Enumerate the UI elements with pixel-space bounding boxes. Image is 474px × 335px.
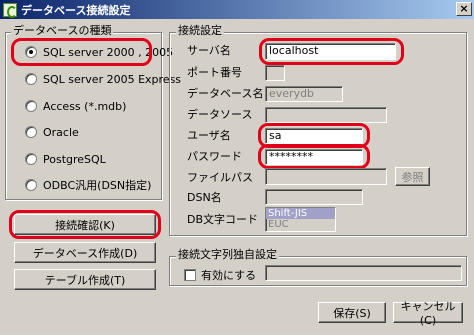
radio-label: Access (*.mdb) <box>43 99 127 113</box>
filepath-label: ファイルパス <box>187 171 253 184</box>
radio-icon[interactable] <box>25 73 37 85</box>
radio-icon[interactable] <box>25 126 37 138</box>
radio-icon[interactable] <box>25 46 37 58</box>
radio-sqlserver-express[interactable]: SQL server 2005 Express <box>25 72 181 86</box>
radio-label: Oracle <box>43 125 79 139</box>
db-type-legend: データベースの種類 <box>11 24 114 37</box>
radio-odbc[interactable]: ODBC汎用(DSN指定) <box>25 178 151 192</box>
radio-label: SQL server 2000 , 2005 <box>43 45 174 59</box>
radio-icon[interactable] <box>25 179 37 191</box>
radio-label: SQL server 2005 Express <box>43 72 182 86</box>
server-input[interactable]: localhost <box>265 43 396 60</box>
radio-postgresql[interactable]: PostgreSQL <box>25 152 106 166</box>
title-bar[interactable]: データベース接続設定 × <box>0 0 474 19</box>
datasource-label: データソース <box>187 108 253 121</box>
port-input[interactable] <box>265 65 285 81</box>
dsn-label: DSN名 <box>187 191 222 204</box>
radio-sqlserver-2000[interactable]: SQL server 2000 , 2005 <box>25 45 173 59</box>
filepath-input[interactable] <box>265 168 387 185</box>
password-label: パスワード <box>187 150 242 163</box>
window-title: データベース接続設定 <box>21 3 131 17</box>
radio-oracle[interactable]: Oracle <box>25 125 79 139</box>
dbname-input[interactable]: everydb <box>265 86 343 102</box>
save-button[interactable]: 保存(S) <box>318 302 386 323</box>
create-table-button[interactable]: テーブル作成(T) <box>14 269 156 290</box>
close-button[interactable]: × <box>456 2 472 16</box>
password-input[interactable]: ******** <box>265 149 363 165</box>
dsn-input[interactable] <box>265 189 363 205</box>
radio-icon[interactable] <box>25 100 37 112</box>
charset-option-selected[interactable]: Shift-JIS <box>266 208 335 219</box>
user-input[interactable]: sa <box>265 128 363 144</box>
enable-label: 有効にする <box>201 269 257 282</box>
charset-option[interactable]: EUC <box>266 219 335 230</box>
radio-access[interactable]: Access (*.mdb) <box>25 99 126 113</box>
connection-legend: 接続設定 <box>176 24 224 37</box>
create-database-button[interactable]: データベース作成(D) <box>14 242 156 263</box>
charset-listbox[interactable]: Shift-JIS EUC <box>265 207 336 232</box>
dbname-label: データベース名 <box>187 87 264 100</box>
user-label: ユーザ名 <box>187 129 231 142</box>
browse-button[interactable]: 参照 <box>395 167 430 186</box>
app-icon <box>3 2 17 18</box>
radio-label: PostgreSQL <box>43 152 106 166</box>
charset-label: DB文字コード <box>187 213 259 226</box>
port-label: ポート番号 <box>187 66 242 79</box>
datasource-input[interactable] <box>265 107 387 123</box>
custom-connection-legend: 接続文字列独自設定 <box>176 248 279 261</box>
radio-icon[interactable] <box>25 153 37 165</box>
radio-label: ODBC汎用(DSN指定) <box>43 179 152 192</box>
enable-checkbox-row[interactable]: 有効にする <box>184 267 256 283</box>
custom-connection-input[interactable] <box>265 265 462 281</box>
test-connection-button[interactable]: 接続確認(K) <box>14 214 156 235</box>
cancel-button[interactable]: キャンセル(C) <box>393 300 463 327</box>
enable-checkbox[interactable] <box>184 269 196 281</box>
server-label: サーバ名 <box>187 44 231 57</box>
